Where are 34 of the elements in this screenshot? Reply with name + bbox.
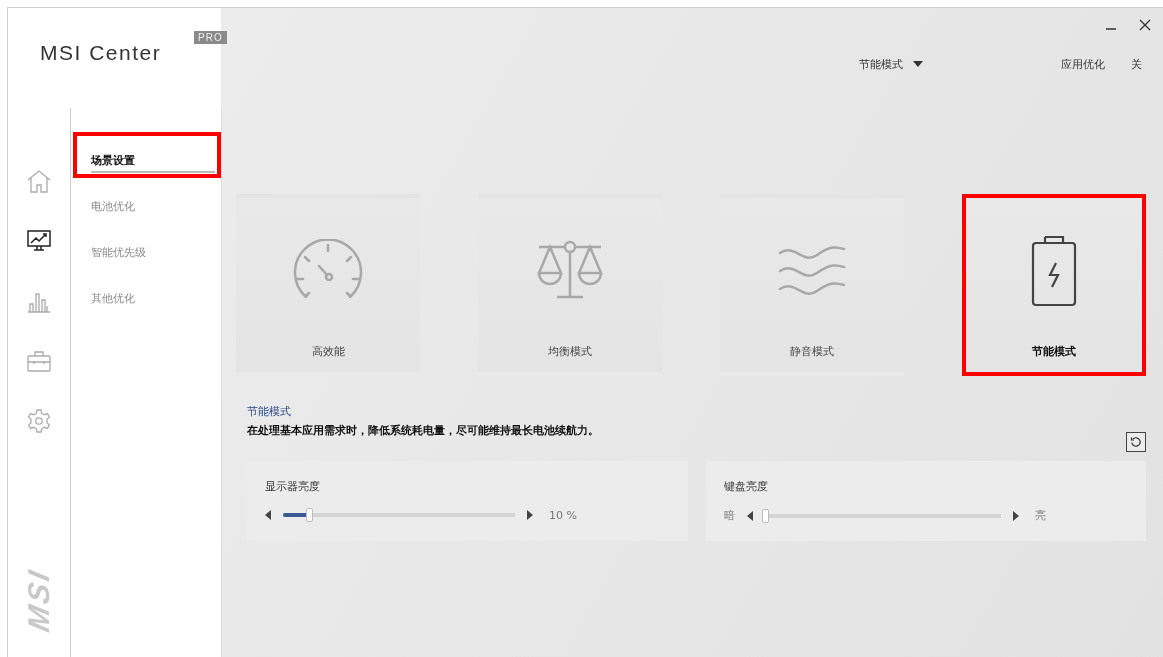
monitor-chart-icon[interactable] (26, 228, 52, 254)
slider-thumb[interactable] (761, 508, 769, 523)
right-arrow-icon[interactable] (527, 510, 533, 520)
app-optimize-label: 应用优化 (1061, 56, 1105, 72)
description-text: 在处理基本应用需求时，降低系统耗电量，尽可能维持最长电池续航力。 (247, 423, 600, 438)
submenu-item[interactable]: 智能优先级 (73, 224, 221, 270)
mode-label: 节能模式 (1032, 344, 1076, 359)
reset-icon (1130, 436, 1142, 448)
mode-label: 高效能 (311, 344, 345, 359)
slider-thumb[interactable] (305, 508, 313, 522)
description-title: 节能模式 (247, 404, 292, 419)
dropdown-caret-icon[interactable] (913, 61, 923, 67)
mode-dropdown[interactable]: 节能模式 (859, 56, 923, 72)
mode-label: 均衡模式 (548, 344, 592, 359)
pro-badge: PRO (194, 31, 227, 44)
battery-icon (1030, 235, 1078, 307)
reset-button[interactable] (1126, 432, 1146, 452)
app-logo: MSI Center (40, 41, 162, 65)
slider-label: 键盘亮度 (723, 480, 768, 493)
slider-label: 显示器亮度 (265, 480, 320, 493)
submenu-item[interactable]: 电池优化 (73, 178, 221, 224)
mode-card[interactable]: 静音模式 (720, 194, 904, 376)
max-label: 亮 (1034, 508, 1046, 523)
mode-card[interactable]: 节能模式 (962, 194, 1146, 376)
left-arrow-icon[interactable] (746, 510, 753, 521)
submenu-item[interactable]: 其他优化 (73, 270, 221, 316)
mode-label: 静音模式 (790, 344, 834, 359)
right-arrow-icon[interactable] (1012, 510, 1019, 521)
slider-reading: 10 % (549, 508, 577, 522)
left-arrow-icon[interactable] (265, 510, 271, 520)
min-label: 暗 (723, 508, 735, 523)
close-icon[interactable] (1139, 19, 1151, 31)
app-optimize-toggle[interactable]: 关 (1131, 56, 1142, 72)
submenu-item[interactable]: 场景设置 (73, 132, 221, 178)
